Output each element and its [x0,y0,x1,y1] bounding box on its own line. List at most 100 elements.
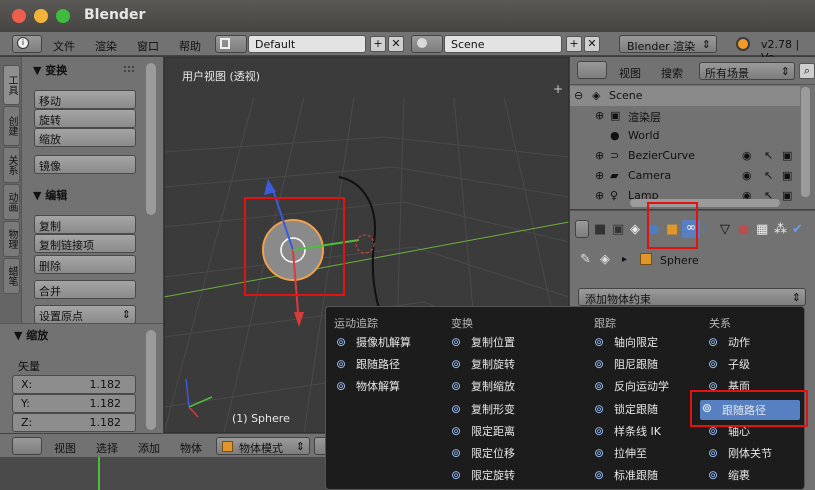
add-layout-button[interactable]: + [370,36,386,52]
render-engine-select[interactable]: Blender 渲染 ⇕ [619,35,717,53]
set-origin-button[interactable]: 设置原点 ⇕ [34,305,136,324]
render-camera-icon[interactable]: ▣ [782,169,792,182]
move-button[interactable]: 移动 [34,90,136,109]
rotate-button[interactable]: 旋转 [34,109,136,128]
tab-animation[interactable]: 动画 [3,184,20,220]
scale-button[interactable]: 缩放 [34,128,136,147]
outliner-editor-button[interactable] [577,61,607,79]
menu-item-limit-rotation[interactable]: ⊚ 限定旋转 [449,467,564,487]
menu-item-copy-rotation[interactable]: ⊚ 复制旋转 [449,356,564,376]
menu-item-locked-track[interactable]: ⊚ 轴向限定 [592,334,700,354]
scale-panel-title[interactable]: ▼ 缩放 [14,327,48,343]
visibility-eye-icon[interactable]: ◉ [742,149,752,162]
duplicate-button[interactable]: 复制 [34,215,136,234]
scene-browse-button[interactable] [411,35,443,53]
render-camera-icon[interactable]: ▣ [782,149,792,162]
object-menu[interactable]: 物体 [180,440,202,456]
texture-tab-icon[interactable]: ▦ [756,222,768,237]
particles-tab-icon[interactable]: ⁂ [774,222,787,237]
outliner-scrollbar[interactable] [801,87,810,197]
menu-window[interactable]: 窗口 [137,38,159,54]
delete-layout-button[interactable]: ✕ [388,36,404,52]
menu-help[interactable]: 帮助 [179,38,201,54]
tab-create[interactable]: 创建 [3,106,20,146]
menu-item-copy-transforms[interactable]: ⊚ 复制形变 [449,401,564,421]
select-menu[interactable]: 选择 [96,440,118,456]
menu-item-damped-track[interactable]: ⊚ 阻尼跟随 [592,356,700,376]
mode-select[interactable]: 物体模式 ⇕ [216,437,310,455]
close-window-button[interactable] [12,9,26,23]
data-tab-icon[interactable]: ▽ [720,222,730,237]
add-menu[interactable]: 添加 [138,440,160,456]
render-tab-icon[interactable]: ■ [594,222,606,237]
properties-editor-button[interactable] [575,220,589,238]
menu-file[interactable]: 文件 [53,38,75,54]
outliner-row-world[interactable]: ● World [570,126,800,146]
menu-item-copy-location[interactable]: ⊚ 复制位置 [449,334,564,354]
scene-field[interactable]: Scene [444,35,562,53]
visibility-eye-icon[interactable]: ◉ [742,169,752,182]
plus-icon[interactable]: + [553,82,563,96]
minimize-window-button[interactable] [34,9,48,23]
screen-layout-button[interactable] [215,35,247,53]
menu-item-locked-follow[interactable]: ⊚ 锁定跟随 [592,401,700,421]
material-tab-icon[interactable]: ● [738,222,749,237]
menu-item-copy-scale[interactable]: ⊚ 复制缩放 [449,378,564,398]
tab-relations[interactable]: 关系 [3,147,20,183]
outliner-row-render-layers[interactable]: ⊕ ▣ 渲染层 [570,106,800,126]
render-layers-tab-icon[interactable]: ▣ [612,222,624,237]
add-object-constraint-select[interactable]: 添加物体约束 ⇕ [578,288,806,306]
outliner-row-camera[interactable]: ⊕ ▰ Camera ◉ ↖ ▣ [570,166,800,186]
outliner-search-menu[interactable]: 搜索 [661,65,683,81]
selectable-cursor-icon[interactable]: ↖ [764,169,773,182]
menu-item-limit-location[interactable]: ⊚ 限定位移 [449,445,564,465]
menu-item-action[interactable]: ⊚ 动作 [706,334,798,354]
outliner-view-menu[interactable]: 视图 [619,65,641,81]
search-icon[interactable]: ⌕ [799,63,815,79]
tab-grease-pencil[interactable]: 蜡笔 [3,258,20,294]
scene-tab-icon[interactable]: ◈ [630,222,640,237]
menu-item-follow-track[interactable]: ⊚ 跟随路径 [334,356,444,376]
physics-tab-icon[interactable]: ✔ [792,222,803,237]
menu-item-limit-distance[interactable]: ⊚ 限定距离 [449,423,564,443]
layout-field[interactable]: Default [248,35,366,53]
mirror-button[interactable]: 镜像 [34,155,136,174]
current-frame-marker[interactable] [98,457,100,490]
menu-item-shrinkwrap[interactable]: ⊚ 缩裹 [706,467,798,487]
menu-item-spline-ik[interactable]: ⊚ 样条线 IK [592,423,700,443]
edit-panel-title[interactable]: ▼ 编辑 [33,187,67,203]
maximize-window-button[interactable] [56,9,70,23]
display-mode-select[interactable]: 所有场景 ⇕ [699,62,795,80]
menu-item-rigid-body-joint[interactable]: ⊚ 刚体关节 [706,445,798,465]
join-button[interactable]: 合并 [34,280,136,299]
scale-y-field[interactable]: Y: 1.182 [12,394,136,413]
menu-item-stretch-to[interactable]: ⊚ 拉伸至 [592,445,700,465]
menu-item-object-solver[interactable]: ⊚ 物体解算 [334,378,444,398]
scale-x-field[interactable]: X: 1.182 [12,375,136,394]
delete-button[interactable]: 删除 [34,255,136,274]
view-menu[interactable]: 视图 [54,440,76,456]
menu-item-camera-solver[interactable]: ⊚ 摄像机解算 [334,334,444,354]
drag-handle-icon[interactable] [124,66,134,72]
editor-type-button[interactable]: i [12,35,42,53]
breadcrumb-object[interactable]: Sphere [660,254,699,267]
modifiers-tab-icon[interactable]: / [702,222,706,237]
tool-shelf-scrollbar[interactable] [146,63,156,215]
add-scene-button[interactable]: + [566,36,582,52]
pin-icon[interactable]: ✎ [580,252,591,267]
menu-item-child-of[interactable]: ⊚ 子级 [706,356,798,376]
outliner-row-scene[interactable]: ⊖ ◈ Scene [570,86,800,106]
menu-render[interactable]: 渲染 [95,38,117,54]
operator-scrollbar[interactable] [146,330,156,430]
scale-z-field[interactable]: Z: 1.182 [12,413,136,432]
outliner-row-beziercurve[interactable]: ⊕ ⊃ BezierCurve ◉ ↖ ▣ [570,146,800,166]
render-camera-icon[interactable]: ▣ [782,189,792,202]
menu-item-inverse-kinematics[interactable]: ⊚ 反向运动学 [592,378,700,398]
delete-scene-button[interactable]: ✕ [584,36,600,52]
duplicate-linked-button[interactable]: 复制链接项 [34,234,136,253]
transform-panel-title[interactable]: ▼ 变换 [33,62,67,78]
tab-physics[interactable]: 物理 [3,221,20,257]
viewport-editor-button[interactable] [12,437,42,455]
selectable-cursor-icon[interactable]: ↖ [764,149,773,162]
menu-item-track-to[interactable]: ⊚ 标准跟随 [592,467,700,487]
